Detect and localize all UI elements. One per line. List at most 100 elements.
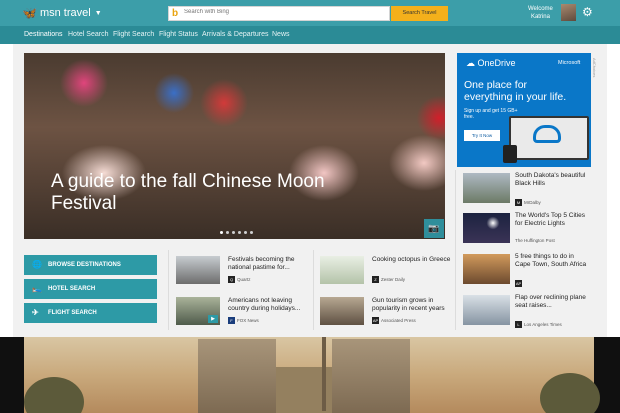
story-source: L Los Angeles Times <box>515 321 562 328</box>
search-box[interactable]: b <box>168 6 390 21</box>
tab-arrivals-departures[interactable]: Arrivals & Departures <box>202 31 269 38</box>
button-label: HOTEL SEARCH <box>48 286 96 292</box>
story-title[interactable]: Cooking octopus in Greece <box>372 256 452 264</box>
news-story[interactable]: Gun tourism grows in popularity in recen… <box>320 294 456 328</box>
microsoft-logo: Microsoft <box>558 60 581 66</box>
globe-icon: 🌐 <box>32 260 42 269</box>
gear-icon[interactable]: ⚙ <box>582 5 593 19</box>
story-title[interactable]: South Dakota's beautiful Black Hills <box>515 172 590 188</box>
carousel-dot[interactable] <box>226 231 229 234</box>
ap-logo-icon: AP <box>515 280 522 287</box>
story-source: AP Associated Press <box>372 317 416 324</box>
cathedral-tower-left <box>198 339 276 413</box>
carousel-dots <box>220 231 253 234</box>
tab-hotel-search[interactable]: Hotel Search <box>68 31 108 38</box>
divider <box>313 250 314 330</box>
tab-destinations[interactable]: Destinations <box>24 31 63 38</box>
ap-logo-icon: AP <box>372 317 379 324</box>
search-input[interactable] <box>184 9 384 15</box>
story-source: Z Zester Daily <box>372 276 405 283</box>
story-title[interactable]: Americans not leaving country during hol… <box>228 297 308 313</box>
onedrive-ad[interactable]: ☁ OneDrive Microsoft One place for every… <box>457 53 591 167</box>
featured-photo[interactable] <box>0 337 620 413</box>
story-source: AP <box>515 280 524 287</box>
story-title[interactable]: Festivals becoming the national pastime … <box>228 256 308 272</box>
hero-title[interactable]: A guide to the fall Chinese Moon Festiva… <box>51 171 381 215</box>
story-thumbnail[interactable] <box>320 297 364 325</box>
source-name: Associated Press <box>381 318 416 323</box>
story-thumbnail[interactable] <box>463 254 510 284</box>
story-title[interactable]: Gun tourism grows in popularity in recen… <box>372 297 452 313</box>
cathedral-tower-right <box>332 339 410 413</box>
story-source: M MrDalby <box>515 199 541 206</box>
cloud-icon <box>533 125 561 143</box>
carousel-dot[interactable] <box>232 231 235 234</box>
ad-headline: One place for everything in your life. <box>464 79 567 103</box>
story-thumbnail[interactable] <box>463 173 510 203</box>
button-label: FLIGHT SEARCH <box>48 310 97 316</box>
plane-icon: ✈ <box>32 308 39 317</box>
side-story[interactable]: 5 free things to do in Cape Town, South … <box>460 253 594 293</box>
bed-icon: 🛌 <box>32 284 42 293</box>
story-thumbnail[interactable] <box>320 256 364 284</box>
try-it-now-button[interactable]: Try It Now <box>464 130 500 141</box>
source-name: Los Angeles Times <box>524 322 562 327</box>
logo-text: msn travel <box>39 7 91 19</box>
cathedral-spire <box>322 337 326 411</box>
news-story[interactable]: ▶ Americans not leaving country during h… <box>176 294 312 328</box>
welcome-label: Welcome <box>528 6 553 12</box>
side-story[interactable]: South Dakota's beautiful Black Hills M Mr… <box>460 172 594 212</box>
la-times-logo-icon: L <box>515 321 522 328</box>
source-name: Quartz <box>237 277 251 282</box>
story-title[interactable]: 5 free things to do in Cape Town, South … <box>515 253 590 269</box>
tab-news[interactable]: News <box>272 31 290 38</box>
welcome-text: Welcome Katrina <box>528 5 553 21</box>
bing-icon: b <box>172 8 179 19</box>
flight-search-button[interactable]: ✈ FLIGHT SEARCH <box>24 303 157 323</box>
story-thumbnail[interactable] <box>463 295 510 325</box>
msn-butterfly-icon: 🦋 <box>22 6 37 20</box>
nav-bar: Destinations Hotel Search Flight Search … <box>0 26 620 44</box>
tab-flight-search[interactable]: Flight Search <box>113 31 154 38</box>
ad-product: OneDrive <box>477 58 516 68</box>
story-title[interactable]: The World's Top 5 Cities for Electric Li… <box>515 212 590 228</box>
browse-destinations-button[interactable]: 🌐 BROWSE DESTINATIONS <box>24 255 157 275</box>
top-bar: 🦋 msn travel ▼ b Search Travel Welcome K… <box>0 0 620 26</box>
news-story[interactable]: Cooking octopus in Greece Z Zester Daily <box>320 253 456 287</box>
source-logo-icon: M <box>515 199 522 206</box>
carousel-dot[interactable] <box>250 231 253 234</box>
story-source: F FOX News <box>228 317 259 324</box>
user-name[interactable]: Katrina <box>528 13 553 21</box>
search-travel-button[interactable]: Search Travel <box>391 6 448 21</box>
side-story[interactable]: The World's Top 5 Cities for Electric Li… <box>460 212 594 252</box>
hotel-search-button[interactable]: 🛌 HOTEL SEARCH <box>24 279 157 299</box>
tab-flight-status[interactable]: Flight Status <box>159 31 198 38</box>
side-story[interactable]: Flap over reclining plane seat raises...… <box>460 294 594 334</box>
avatar[interactable] <box>561 4 576 21</box>
news-story[interactable]: Festivals becoming the national pastime … <box>176 253 312 287</box>
story-source: Q Quartz <box>228 276 251 283</box>
adchoices-label[interactable]: AdChoices <box>592 58 597 77</box>
source-name: MrDalby <box>524 200 541 205</box>
phone-illustration <box>503 145 517 163</box>
chevron-down-icon[interactable]: ▼ <box>95 10 102 17</box>
source-name: FOX News <box>237 318 259 323</box>
story-title[interactable]: Flap over reclining plane seat raises... <box>515 294 590 310</box>
quartz-logo-icon: Q <box>228 276 235 283</box>
source-name: Zester Daily <box>381 277 406 282</box>
hero-slide[interactable]: A guide to the fall Chinese Moon Festiva… <box>24 53 445 239</box>
divider <box>168 250 169 330</box>
carousel-dot[interactable] <box>220 231 223 234</box>
source-name: The Huffington Post <box>515 238 555 243</box>
zester-logo-icon: Z <box>372 276 379 283</box>
story-thumbnail[interactable] <box>176 256 220 284</box>
story-source: The Huffington Post <box>515 238 555 243</box>
carousel-dot[interactable] <box>244 231 247 234</box>
carousel-dot[interactable] <box>238 231 241 234</box>
story-thumbnail[interactable] <box>463 213 510 243</box>
camera-icon[interactable]: 📷 <box>424 219 444 238</box>
button-label: BROWSE DESTINATIONS <box>48 262 121 268</box>
fox-logo-icon: F <box>228 317 235 324</box>
play-icon[interactable]: ▶ <box>208 315 218 323</box>
msn-travel-logo[interactable]: 🦋 msn travel ▼ <box>22 6 102 20</box>
